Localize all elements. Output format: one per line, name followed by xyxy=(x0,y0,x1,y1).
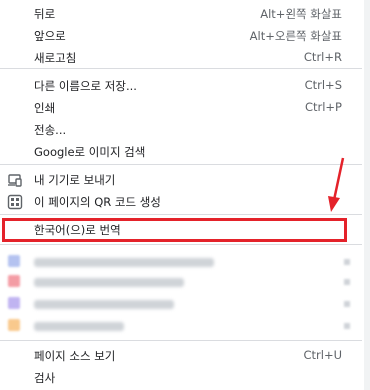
extension-label-redacted xyxy=(34,300,174,309)
menu-item-view-source[interactable]: 페이지 소스 보기 Ctrl+U xyxy=(0,344,362,368)
menu-item-print[interactable]: 인쇄 Ctrl+P xyxy=(0,96,362,120)
extension-marker xyxy=(344,323,350,329)
menu-item-shortcut: Ctrl+S xyxy=(304,78,342,92)
extension-item[interactable] xyxy=(0,252,362,272)
menu-item-label: 검사 xyxy=(34,371,56,385)
menu-item-label: 페이지 소스 보기 xyxy=(34,349,116,363)
menu-separator xyxy=(0,68,362,69)
extension-marker xyxy=(344,279,350,285)
menu-item-shortcut: Ctrl+U xyxy=(303,348,342,362)
extension-label-redacted xyxy=(34,322,124,331)
extension-label-redacted xyxy=(34,278,184,287)
extension-icon xyxy=(8,297,20,309)
extension-icon xyxy=(8,275,20,287)
menu-item-forward[interactable]: 앞으로 Alt+오른쪽 화살표 xyxy=(0,24,362,48)
menu-item-send-to-devices[interactable]: 내 기기로 보내기 xyxy=(0,168,362,192)
menu-item-label: 인쇄 xyxy=(34,101,56,115)
extension-marker xyxy=(344,259,350,265)
qr-code-icon xyxy=(7,194,23,210)
menu-item-label: 뒤로 xyxy=(34,7,56,21)
menu-separator xyxy=(0,164,362,165)
extension-item[interactable] xyxy=(0,272,362,292)
extension-label-redacted xyxy=(34,258,214,267)
menu-item-qr-code[interactable]: 이 페이지의 QR 코드 생성 xyxy=(0,190,362,214)
menu-item-label: Google로 이미지 검색 xyxy=(34,145,146,159)
menu-item-shortcut: Ctrl+P xyxy=(304,100,342,114)
menu-item-label: 전송... xyxy=(34,123,67,137)
extension-item[interactable] xyxy=(0,294,362,314)
menu-item-label: 앞으로 xyxy=(34,29,66,43)
menu-separator xyxy=(0,244,362,245)
menu-item-save-as[interactable]: 다른 이름으로 저장... Ctrl+S xyxy=(0,74,362,98)
menu-item-shortcut: Alt+오른쪽 화살표 xyxy=(249,29,342,43)
scrollbar[interactable] xyxy=(364,0,370,390)
menu-item-label: 다른 이름으로 저장... xyxy=(34,79,137,93)
extension-icon xyxy=(8,255,20,267)
device-icon xyxy=(8,174,22,187)
menu-item-label: 새로고침 xyxy=(34,51,77,65)
menu-item-shortcut: Ctrl+R xyxy=(303,50,342,64)
menu-item-label: 한국어(으)로 번역 xyxy=(34,223,121,237)
extension-icon xyxy=(8,319,20,331)
menu-item-back[interactable]: 뒤로 Alt+왼쪽 화살표 xyxy=(0,2,362,26)
extension-marker xyxy=(344,301,350,307)
menu-separator xyxy=(0,340,362,341)
menu-item-cast[interactable]: 전송... xyxy=(0,118,362,142)
menu-item-inspect[interactable]: 검사 xyxy=(0,366,362,390)
extension-item[interactable] xyxy=(0,316,362,336)
menu-item-label: 이 페이지의 QR 코드 생성 xyxy=(34,195,161,209)
menu-separator xyxy=(0,214,362,215)
menu-item-search-image[interactable]: Google로 이미지 검색 xyxy=(0,140,362,164)
menu-item-translate[interactable]: 한국어(으)로 번역 xyxy=(0,218,362,242)
menu-item-reload[interactable]: 새로고침 Ctrl+R xyxy=(0,46,362,70)
context-menu: 뒤로 Alt+왼쪽 화살표 앞으로 Alt+오른쪽 화살표 새로고침 Ctrl+… xyxy=(0,0,370,390)
menu-item-label: 내 기기로 보내기 xyxy=(34,173,116,187)
menu-item-shortcut: Alt+왼쪽 화살표 xyxy=(260,7,342,21)
